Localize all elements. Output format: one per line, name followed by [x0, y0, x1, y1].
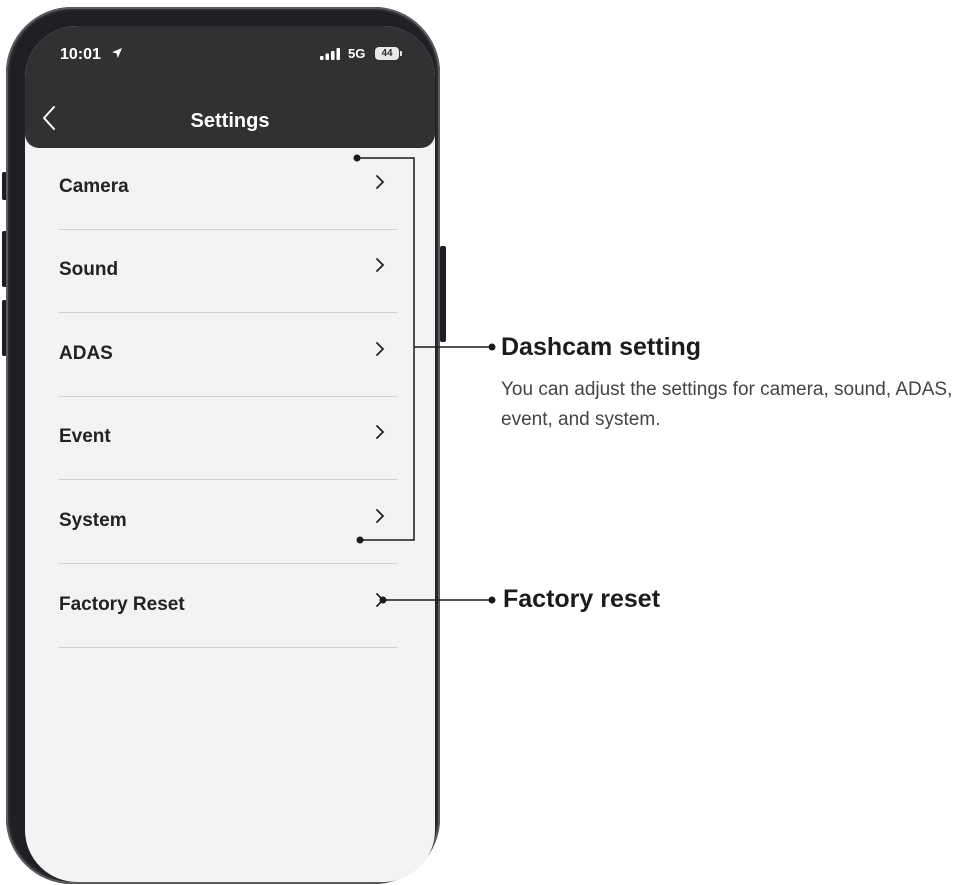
factory-callout-title: Factory reset	[503, 585, 661, 613]
dashcam-dot-label	[488, 343, 496, 351]
dashcam-bracket	[357, 157, 492, 541]
factory-dot-start	[379, 596, 387, 604]
dashcam-callout-description: You can adjust the settings for camera, …	[501, 379, 953, 430]
factory-dot-label	[488, 596, 496, 604]
annotation-lines	[353, 154, 496, 604]
dashcam-dot-top	[353, 154, 361, 162]
dashcam-callout-title: Dashcam setting	[501, 333, 702, 361]
dashcam-dot-bottom	[356, 536, 364, 544]
